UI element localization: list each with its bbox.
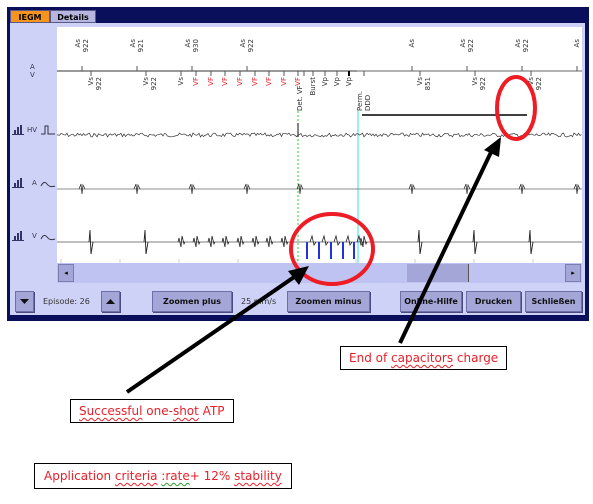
annot-text: :rate <box>161 469 190 483</box>
ventricular-marker-interval: 922 <box>150 77 158 91</box>
annot-text: capacitors <box>391 351 454 365</box>
atrial-marker-label: As <box>514 39 522 48</box>
v-trace-complex <box>333 234 341 247</box>
ventricular-marker-label: Vs <box>177 77 185 86</box>
calibration-pulse-icon <box>41 125 55 135</box>
annot-text: ATP <box>198 404 225 418</box>
tab-details[interactable]: Details <box>50 10 96 23</box>
atrial-marker-interval: 922 <box>522 39 530 53</box>
v-trace-vf-complex <box>177 235 186 248</box>
marker-channel-label-v: V <box>30 71 35 79</box>
trace-label-hv: HV <box>27 126 38 134</box>
ventricular-marker-label: VF <box>221 77 229 86</box>
v-trace-vf-complex <box>221 235 230 248</box>
ventricular-marker-interval: 922 <box>95 77 103 91</box>
ventricular-marker-label: Vs <box>527 77 535 86</box>
trace-label-v: V <box>32 232 37 240</box>
sensitivity-wave-icon <box>40 234 56 241</box>
atrial-marker-label: As <box>459 39 467 48</box>
channel-settings-icon[interactable] <box>12 231 24 241</box>
scroll-thumb[interactable] <box>407 264 469 282</box>
atrial-marker-interval: 922 <box>467 39 475 53</box>
annot-text: End of <box>349 351 391 365</box>
atrial-marker-interval: 930 <box>192 39 200 53</box>
v-trace-complex <box>309 234 317 247</box>
ventricular-marker-interval: 922 <box>535 77 543 91</box>
atrial-marker-interval: 922 <box>82 39 90 53</box>
zoom-minus-button[interactable]: Zoomen minus <box>287 291 370 312</box>
scroll-right-button[interactable]: ▸ <box>565 264 581 282</box>
ventricular-marker-label: Burst <box>309 77 317 96</box>
ventricular-marker-label: Vs <box>87 77 95 86</box>
atrial-marker-label: As <box>184 39 192 48</box>
ventricular-marker-interval: 851 <box>424 77 432 91</box>
v-trace-vf-complex <box>236 235 245 248</box>
annot-text: Application <box>44 469 115 483</box>
atrial-marker-label: As <box>129 39 137 48</box>
horizontal-scrollbar[interactable]: ◂ ▸ <box>57 263 582 283</box>
episode-next-button[interactable] <box>101 291 120 312</box>
iegm-plot-area: As 922 As 921 As 930 As 922 As As 922 As 922 As Vs 922 V… <box>57 27 582 263</box>
atrial-marker-label: As <box>74 39 82 48</box>
ventricular-marker-label: Perm. DDD <box>356 90 372 111</box>
v-trace-vf-complex <box>251 235 260 248</box>
v-trace-vf-complex <box>265 235 274 248</box>
annot-text: charge <box>453 351 499 365</box>
annotation-capacitors-charge: End of capacitors charge <box>340 346 508 370</box>
ventricular-marker-label: Vs <box>471 77 479 86</box>
v-trace-vf-complex <box>192 235 201 248</box>
v-trace-complex <box>321 234 329 247</box>
annot-text: one- <box>142 404 173 418</box>
ventricular-marker-label: Vs <box>142 77 150 86</box>
atrial-marker-interval: 922 <box>247 39 255 53</box>
annotation-application-criteria: Application criteria :rate+ 12% stabilit… <box>34 463 292 489</box>
v-trace-vf-complex <box>207 235 216 248</box>
ventricular-marker-label: VF <box>192 77 200 86</box>
ventricular-marker-label: Vp <box>345 77 353 87</box>
speed-label: 25 mm/s <box>241 297 277 306</box>
annot-text: Successful <box>79 404 143 418</box>
marker-channel-label-a: A <box>30 63 35 71</box>
zoom-plus-button[interactable]: Zoomen plus <box>152 291 232 312</box>
channel-settings-icon[interactable] <box>12 125 24 135</box>
scroll-left-button[interactable]: ◂ <box>58 264 74 282</box>
ventricular-marker-label: Vp <box>333 77 341 87</box>
annot-text: shot <box>172 404 199 418</box>
v-trace-vf-complex <box>280 235 289 248</box>
channel-settings-icon[interactable] <box>12 178 24 188</box>
sensitivity-wave-icon <box>40 181 56 188</box>
annot-text: stability <box>234 469 282 483</box>
ventricular-marker-interval: 922 <box>479 77 487 91</box>
ventricular-marker-label: VF <box>251 77 259 86</box>
online-help-button[interactable]: Online-Hilfe <box>400 291 462 312</box>
atrial-marker-label: As <box>573 39 581 48</box>
trace-label-a: A <box>32 179 37 187</box>
tab-iegm[interactable]: IEGM <box>10 10 50 23</box>
atrial-marker-label: As <box>408 39 416 48</box>
iegm-window: IEGM Details A V HV A V As 922 As 921 As 930 A… <box>7 7 589 321</box>
annotation-successful-atp: Successful one-shot ATP <box>70 399 234 423</box>
ventricular-marker-label: VF <box>207 77 215 86</box>
ventricular-marker-label: VF <box>236 77 244 86</box>
ventricular-marker-label: Vp <box>321 77 329 87</box>
triangle-up-icon <box>106 299 115 304</box>
iegm-traces <box>57 66 582 263</box>
hv-trace <box>57 132 582 138</box>
episode-label: Episode: 26 <box>43 297 90 306</box>
ventricular-marker-label: Vs <box>416 77 424 86</box>
ventricular-marker-label: VF <box>265 77 273 86</box>
triangle-down-icon <box>20 299 29 304</box>
atrial-marker-label: As <box>239 39 247 48</box>
iegm-panel: A V HV A V As 922 As 921 As 930 As 922 As As 922 As… <box>10 23 585 315</box>
atrial-marker-interval: 921 <box>137 39 145 53</box>
ventricular-marker-label: VF <box>280 77 288 86</box>
v-trace-complex <box>345 234 353 247</box>
annot-text: criteria <box>114 469 158 483</box>
episode-previous-button[interactable] <box>15 291 34 312</box>
print-button[interactable]: Drucken <box>466 291 521 312</box>
close-button[interactable]: Schließen <box>525 291 582 312</box>
annot-text: + 12% <box>189 469 235 483</box>
